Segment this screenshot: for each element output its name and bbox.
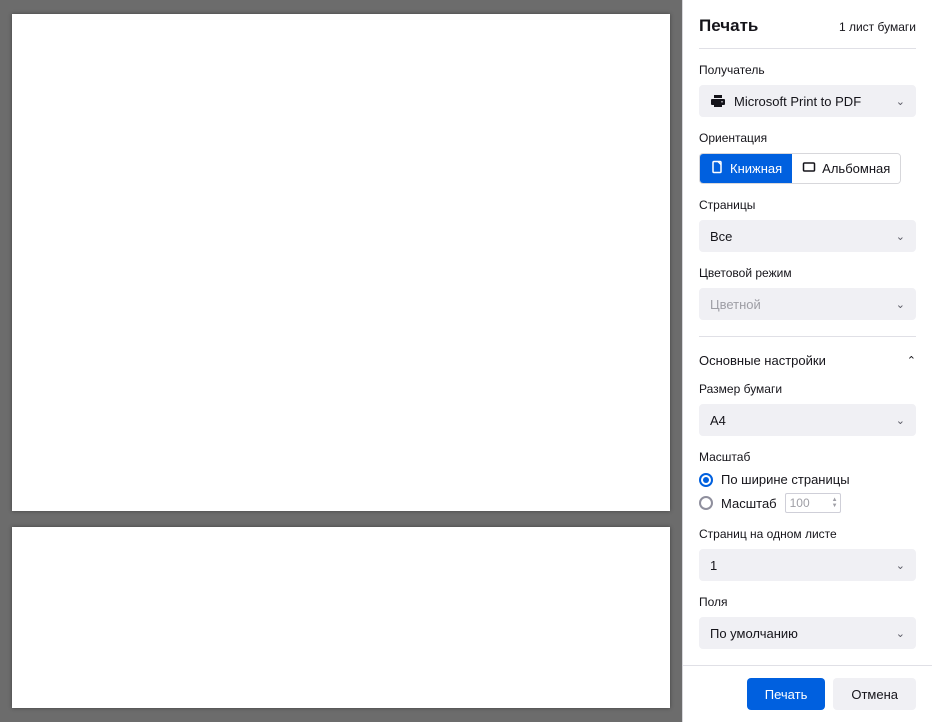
scale-value: 100: [790, 496, 810, 510]
chevron-down-icon: ⌄: [896, 298, 905, 311]
preview-page-1: [12, 14, 670, 511]
chevron-down-icon: ⌄: [896, 559, 905, 572]
destination-select[interactable]: Microsoft Print to PDF ⌄: [699, 85, 916, 117]
spinner-arrows-icon: ▲▼: [832, 494, 838, 512]
margins-select[interactable]: По умолчанию ⌄: [699, 617, 916, 649]
pages-select[interactable]: Все ⌄: [699, 220, 916, 252]
scale-fit-width-label: По ширине страницы: [721, 472, 850, 487]
orientation-portrait-button[interactable]: Книжная: [700, 154, 792, 183]
more-settings-label: Основные настройки: [699, 353, 826, 368]
chevron-down-icon: ⌄: [896, 627, 905, 640]
orientation-portrait-label: Книжная: [730, 161, 782, 176]
print-button[interactable]: Печать: [747, 678, 826, 710]
printer-icon: [710, 93, 726, 109]
chevron-down-icon: ⌄: [896, 230, 905, 243]
scale-fit-width-radio[interactable]: По ширине страницы: [699, 472, 916, 487]
scale-label: Масштаб: [699, 450, 916, 464]
paper-size-select[interactable]: A4 ⌄: [699, 404, 916, 436]
scale-value-input[interactable]: 100 ▲▼: [785, 493, 841, 513]
cancel-button[interactable]: Отмена: [833, 678, 916, 710]
color-mode-label: Цветовой режим: [699, 266, 916, 280]
pages-per-sheet-label: Страниц на одном листе: [699, 527, 916, 541]
chevron-up-icon: ⌃: [907, 354, 916, 367]
preview-page-2: [12, 527, 670, 708]
pages-per-sheet-select[interactable]: 1 ⌄: [699, 549, 916, 581]
orientation-toggle: Книжная Альбомная: [699, 153, 901, 184]
radio-unchecked-icon: [699, 496, 713, 510]
scale-custom-label: Масштаб: [721, 496, 777, 511]
chevron-down-icon: ⌄: [896, 95, 905, 108]
pages-per-sheet-value: 1: [710, 558, 717, 573]
orientation-landscape-label: Альбомная: [822, 161, 890, 176]
orientation-label: Ориентация: [699, 131, 916, 145]
destination-value: Microsoft Print to PDF: [734, 94, 861, 109]
pages-label: Страницы: [699, 198, 916, 212]
color-mode-value: Цветной: [710, 297, 761, 312]
paper-size-label: Размер бумаги: [699, 382, 916, 396]
print-preview-pane: [0, 0, 682, 722]
more-settings-toggle[interactable]: Основные настройки ⌃: [699, 351, 916, 382]
sheet-count: 1 лист бумаги: [839, 20, 916, 34]
destination-label: Получатель: [699, 63, 916, 77]
margins-label: Поля: [699, 595, 916, 609]
radio-checked-icon: [699, 473, 713, 487]
pages-value: Все: [710, 229, 732, 244]
margins-value: По умолчанию: [710, 626, 798, 641]
print-settings-sidebar: Печать 1 лист бумаги Получатель Microsof…: [682, 0, 932, 722]
print-title: Печать: [699, 16, 758, 36]
paper-size-value: A4: [710, 413, 726, 428]
color-mode-select: Цветной ⌄: [699, 288, 916, 320]
landscape-icon: [802, 160, 816, 177]
scale-custom-radio[interactable]: Масштаб 100 ▲▼: [699, 493, 916, 513]
chevron-down-icon: ⌄: [896, 414, 905, 427]
dialog-footer: Печать Отмена: [683, 665, 932, 722]
orientation-landscape-button[interactable]: Альбомная: [792, 154, 900, 183]
portrait-icon: [710, 160, 724, 177]
